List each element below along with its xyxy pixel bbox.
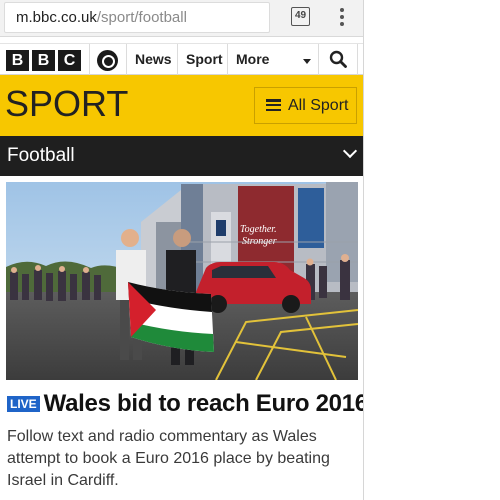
address-bar[interactable]: m.bbc.co.uk/sport/football — [4, 2, 270, 33]
section-bar[interactable]: Football — [0, 136, 363, 176]
nav-divider — [227, 44, 228, 75]
article-summary[interactable]: Follow text and radio commentary as Wale… — [7, 426, 352, 492]
bbc-logo-letter: B — [6, 50, 29, 71]
bbc-logo-letter: C — [58, 50, 81, 71]
browser-toolbar: m.bbc.co.uk/sport/football 49 — [0, 0, 363, 37]
url-path: /sport/football — [96, 9, 187, 26]
nav-divider — [126, 44, 127, 75]
nav-sport-link[interactable]: Sport — [186, 44, 223, 75]
chevron-down-icon — [342, 143, 358, 159]
stadium-banner-line2: Stronger — [242, 236, 277, 247]
article-headline[interactable]: LIVE Wales bid to reach Euro 2016 — [7, 389, 364, 419]
nav-divider — [89, 44, 90, 75]
hero-photo[interactable]: Together. Stronger — [6, 182, 358, 380]
nav-news-link[interactable]: News — [135, 44, 172, 75]
bbc-global-nav: B B C News Sport More — [0, 43, 363, 75]
sport-title[interactable]: SPORT — [5, 84, 128, 124]
headline-text: Wales bid to reach Euro 2016 — [43, 390, 364, 417]
all-sport-button[interactable]: All Sport — [254, 87, 357, 124]
bbc-logo[interactable]: B B C — [6, 50, 81, 72]
nav-divider — [177, 44, 178, 75]
url-host: m.bbc.co.uk — [16, 9, 97, 26]
phone-screen: m.bbc.co.uk/sport/football 49 B B C News… — [0, 0, 364, 500]
browser-menu-icon[interactable] — [337, 6, 347, 28]
tab-count-button[interactable]: 49 — [291, 7, 310, 26]
nav-divider — [318, 44, 319, 75]
section-title: Football — [7, 145, 75, 166]
all-sport-label: All Sport — [288, 97, 349, 114]
bbc-logo-letter: B — [32, 50, 55, 71]
nav-divider — [357, 44, 358, 75]
account-icon[interactable] — [97, 50, 118, 71]
hamburger-icon — [266, 99, 281, 112]
search-icon[interactable] — [329, 50, 347, 68]
nav-more-link[interactable]: More — [236, 44, 269, 75]
more-caret-icon — [303, 59, 311, 64]
sport-banner: SPORT All Sport — [0, 75, 363, 136]
live-badge: LIVE — [7, 396, 40, 412]
stadium-banner-line1: Together. — [240, 224, 277, 235]
